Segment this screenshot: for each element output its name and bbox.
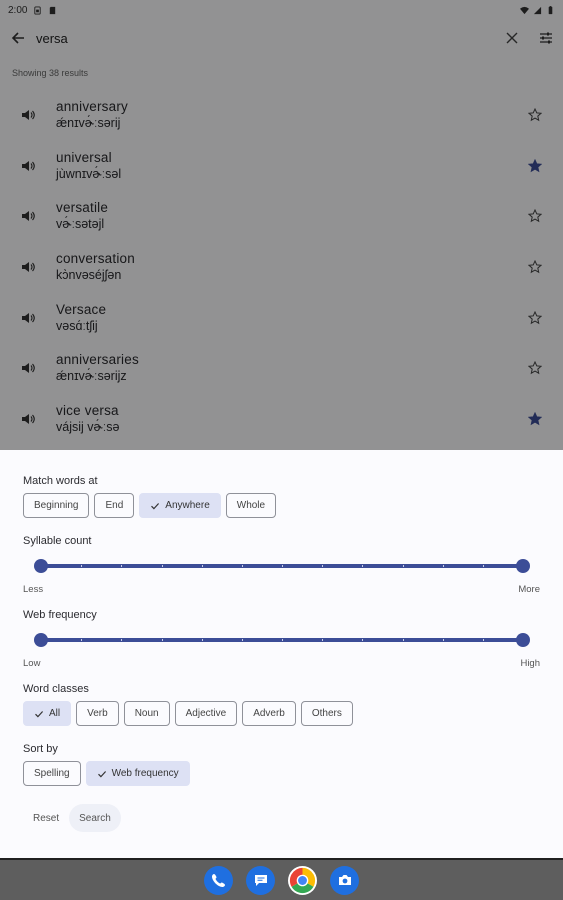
slider-tick bbox=[282, 565, 283, 567]
phone-icon bbox=[211, 874, 225, 887]
reset-button[interactable]: Reset bbox=[23, 804, 69, 832]
frequency-range-slider[interactable] bbox=[34, 633, 530, 647]
word-finder-app: 2:00 versa Showing 38 results anniversar… bbox=[0, 0, 563, 450]
word-class-chip-label: Others bbox=[311, 708, 342, 719]
chrome-app[interactable] bbox=[288, 865, 317, 895]
slider-tick bbox=[81, 565, 83, 567]
word-class-chip-label: Adverb bbox=[253, 708, 285, 719]
frequency-label: Web frequency bbox=[23, 609, 97, 621]
messages-app[interactable] bbox=[246, 865, 275, 895]
slider-tick bbox=[161, 565, 163, 567]
filter-sheet: Match words at Beginning End Anywhere Whole… bbox=[0, 450, 563, 858]
slider-tick bbox=[201, 565, 203, 567]
camera-app[interactable] bbox=[330, 865, 359, 895]
slider-tick bbox=[442, 565, 444, 567]
word-class-chip-label: Noun bbox=[134, 708, 159, 719]
word-class-chip-verb[interactable]: Verb bbox=[76, 701, 119, 726]
word-class-chip-adverb[interactable]: Adverb bbox=[242, 701, 296, 726]
word-class-chip-all[interactable]: All bbox=[23, 701, 72, 726]
word-class-chip-label: Adjective bbox=[185, 708, 227, 719]
word-classes-label: Word classes bbox=[23, 683, 89, 695]
slider-tick bbox=[402, 639, 404, 641]
slider-tick bbox=[282, 639, 283, 641]
slider-tick bbox=[121, 565, 123, 567]
word-class-chip-group: All Verb Noun Adjective Adverb Others bbox=[23, 701, 353, 726]
slider-tick bbox=[362, 639, 364, 641]
slider-tick bbox=[402, 565, 404, 567]
word-class-chip-label: All bbox=[49, 708, 61, 719]
sort-chip-label: Web frequency bbox=[111, 768, 179, 779]
check-icon bbox=[35, 710, 44, 717]
match-chip-anywhere[interactable]: Anywhere bbox=[139, 493, 221, 518]
slider-tick bbox=[241, 639, 243, 641]
slider-min-thumb[interactable] bbox=[34, 559, 48, 573]
word-class-chip-adjective[interactable]: Adjective bbox=[174, 701, 238, 726]
messages-icon bbox=[254, 875, 267, 886]
slider-tick bbox=[161, 639, 163, 641]
syllable-max-label: More bbox=[518, 584, 540, 595]
camera-icon bbox=[338, 875, 351, 885]
match-chip-end[interactable]: End bbox=[94, 493, 135, 518]
frequency-max-label: High bbox=[520, 658, 540, 669]
match-chip-label: Anywhere bbox=[165, 500, 210, 511]
match-chip-label: Whole bbox=[236, 500, 266, 511]
syllable-range-slider[interactable] bbox=[34, 559, 530, 573]
slider-tick bbox=[482, 565, 484, 567]
slider-tick bbox=[322, 639, 324, 641]
slider-min-thumb[interactable] bbox=[34, 633, 48, 647]
sort-chip-label: Spelling bbox=[34, 768, 70, 779]
syllable-min-label: Less bbox=[23, 584, 44, 595]
slider-tick bbox=[81, 639, 83, 641]
taskbar bbox=[0, 858, 563, 900]
slider-tick bbox=[442, 639, 444, 641]
slider-tick bbox=[322, 565, 324, 567]
match-label: Match words at bbox=[23, 475, 98, 487]
frequency-min-label: Low bbox=[23, 658, 41, 669]
search-button[interactable]: Search bbox=[69, 804, 121, 832]
sort-label: Sort by bbox=[23, 743, 58, 755]
phone-app[interactable] bbox=[204, 865, 233, 895]
word-class-chip-others[interactable]: Others bbox=[300, 701, 353, 726]
modal-scrim[interactable] bbox=[0, 0, 563, 450]
match-chip-label: End bbox=[105, 500, 124, 511]
word-class-chip-noun[interactable]: Noun bbox=[123, 701, 170, 726]
sort-chip-group: Spelling Web frequency bbox=[23, 761, 190, 786]
slider-tick bbox=[362, 565, 364, 567]
check-icon bbox=[97, 770, 106, 777]
match-chip-whole[interactable]: Whole bbox=[225, 493, 277, 518]
slider-max-thumb[interactable] bbox=[516, 559, 530, 573]
word-class-chip-label: Verb bbox=[87, 708, 108, 719]
check-icon bbox=[151, 502, 160, 509]
sort-chip-spelling[interactable]: Spelling bbox=[23, 761, 81, 786]
syllable-label: Syllable count bbox=[23, 535, 92, 547]
slider-tick bbox=[241, 565, 243, 567]
slider-tick bbox=[482, 639, 484, 641]
slider-tick bbox=[121, 639, 123, 641]
slider-tick bbox=[201, 639, 203, 641]
slider-max-thumb[interactable] bbox=[516, 633, 530, 647]
chrome-icon bbox=[289, 867, 316, 893]
match-chip-group: Beginning End Anywhere Whole bbox=[23, 493, 277, 518]
sort-chip-web-frequency[interactable]: Web frequency bbox=[85, 761, 190, 786]
match-chip-beginning[interactable]: Beginning bbox=[23, 493, 90, 518]
match-chip-label: Beginning bbox=[34, 500, 79, 511]
